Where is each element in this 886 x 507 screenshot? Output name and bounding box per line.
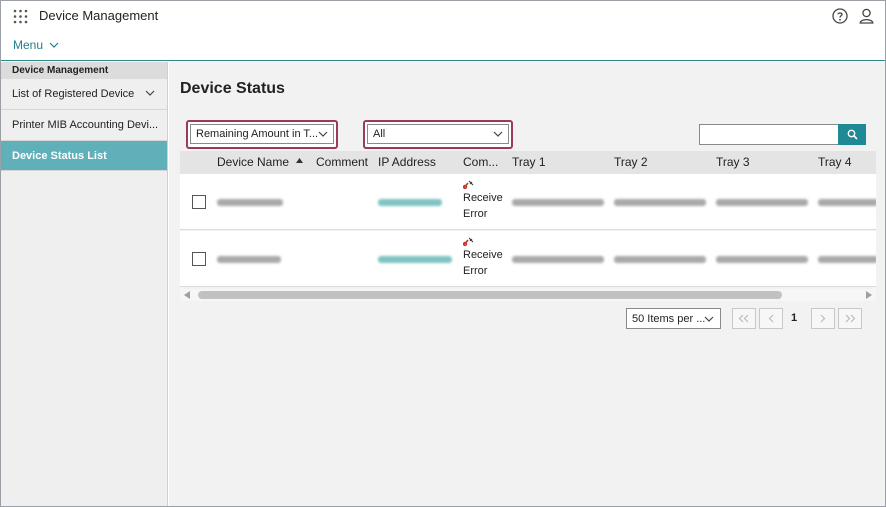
device-table: Device Name Comment IP Address Com... Tr…	[180, 151, 876, 301]
chevron-down-icon	[49, 42, 59, 48]
tray-3-redacted	[716, 199, 808, 206]
table-header: Device Name Comment IP Address Com... Tr…	[180, 151, 876, 174]
status-text: Error	[463, 265, 488, 277]
search-button[interactable]	[838, 124, 866, 145]
column-header-tray-3[interactable]: Tray 3	[716, 155, 750, 169]
row-checkbox[interactable]	[192, 252, 206, 266]
sort-up-icon	[296, 158, 303, 163]
sidebar-heading: Device Management	[1, 62, 167, 79]
column-header-ip-address[interactable]: IP Address	[378, 155, 436, 169]
status-filter-select-highlight: All	[363, 120, 513, 149]
chevron-down-icon	[145, 90, 155, 96]
current-page-number: 1	[791, 312, 798, 324]
column-header-tray-1[interactable]: Tray 1	[512, 155, 546, 169]
table-row[interactable]: Receive Error	[180, 174, 876, 230]
display-item-select-highlight: Remaining Amount in T...	[186, 120, 338, 149]
tray-4-redacted	[818, 256, 876, 263]
tray-1-redacted	[512, 199, 604, 206]
search-icon	[847, 129, 858, 140]
column-header-communication[interactable]: Com...	[463, 155, 498, 169]
chevron-down-icon	[318, 131, 328, 137]
main-content: Device Status Remaining Amount in T... A…	[169, 62, 885, 506]
column-header-tray-4[interactable]: Tray 4	[818, 155, 852, 169]
communication-status: Receive Error	[463, 180, 503, 222]
error-status-icon	[463, 180, 474, 189]
next-page-button[interactable]	[811, 308, 835, 329]
double-chevron-left-icon	[738, 314, 749, 323]
first-page-button[interactable]	[732, 308, 756, 329]
per-page-value: 50 Items per ...	[632, 312, 706, 325]
search-input[interactable]	[699, 124, 839, 145]
column-header-device-name[interactable]: Device Name	[217, 155, 289, 169]
menu-bar: Menu	[1, 31, 885, 61]
status-text: Receive	[463, 192, 503, 204]
table-row[interactable]: Receive Error	[180, 231, 876, 287]
apps-grid-icon[interactable]	[13, 9, 28, 24]
scroll-right-arrow-icon[interactable]	[866, 291, 872, 299]
error-status-icon	[463, 237, 474, 246]
items-per-page-select[interactable]: 50 Items per ...	[626, 308, 721, 329]
device-name-redacted	[217, 199, 283, 206]
sidebar-item-printer-mib-accounting[interactable]: Printer MIB Accounting Devi...	[1, 110, 167, 141]
sidebar-item-registered-devices[interactable]: List of Registered Device	[1, 79, 167, 110]
previous-page-button[interactable]	[759, 308, 783, 329]
page-title: Device Status	[180, 80, 285, 97]
display-item-select[interactable]: Remaining Amount in T...	[190, 124, 334, 144]
sidebar-item-label: Device Status List	[12, 149, 107, 162]
last-page-button[interactable]	[838, 308, 862, 329]
tray-3-redacted	[716, 256, 808, 263]
status-text: Receive	[463, 249, 503, 261]
device-name-redacted	[217, 256, 281, 263]
select-value: Remaining Amount in T...	[196, 128, 319, 140]
chevron-right-icon	[820, 314, 826, 323]
help-icon[interactable]	[832, 8, 848, 24]
chevron-down-icon	[493, 131, 503, 137]
status-filter-select[interactable]: All	[367, 124, 509, 144]
horizontal-scrollbar[interactable]	[180, 289, 876, 301]
app-title: Device Management	[39, 8, 159, 23]
column-header-comment[interactable]: Comment	[316, 155, 368, 169]
top-bar: Device Management	[1, 1, 885, 31]
row-checkbox[interactable]	[192, 195, 206, 209]
ip-address-redacted	[378, 199, 442, 206]
sidebar-item-label: Printer MIB Accounting Devi...	[12, 119, 159, 131]
scroll-left-arrow-icon[interactable]	[184, 291, 190, 299]
tray-4-redacted	[818, 199, 876, 206]
double-chevron-right-icon	[845, 314, 856, 323]
tray-1-redacted	[512, 256, 604, 263]
communication-status: Receive Error	[463, 237, 503, 279]
tray-2-redacted	[614, 256, 706, 263]
sidebar-item-device-status-list[interactable]: Device Status List	[1, 141, 167, 171]
menu-label: Menu	[13, 38, 44, 52]
select-value: All	[373, 128, 386, 140]
sidebar-item-label: List of Registered Device	[12, 88, 135, 100]
user-icon[interactable]	[859, 8, 874, 24]
app-window: Device Management Menu Device Management	[0, 0, 886, 507]
chevron-left-icon	[768, 314, 774, 323]
column-header-tray-2[interactable]: Tray 2	[614, 155, 648, 169]
chevron-down-icon	[704, 316, 714, 322]
status-text: Error	[463, 208, 488, 220]
scrollbar-thumb[interactable]	[198, 291, 782, 299]
tray-2-redacted	[614, 199, 706, 206]
menu-button[interactable]: Menu	[13, 38, 59, 52]
ip-address-redacted	[378, 256, 452, 263]
sidebar: Device Management List of Registered Dev…	[1, 62, 168, 506]
